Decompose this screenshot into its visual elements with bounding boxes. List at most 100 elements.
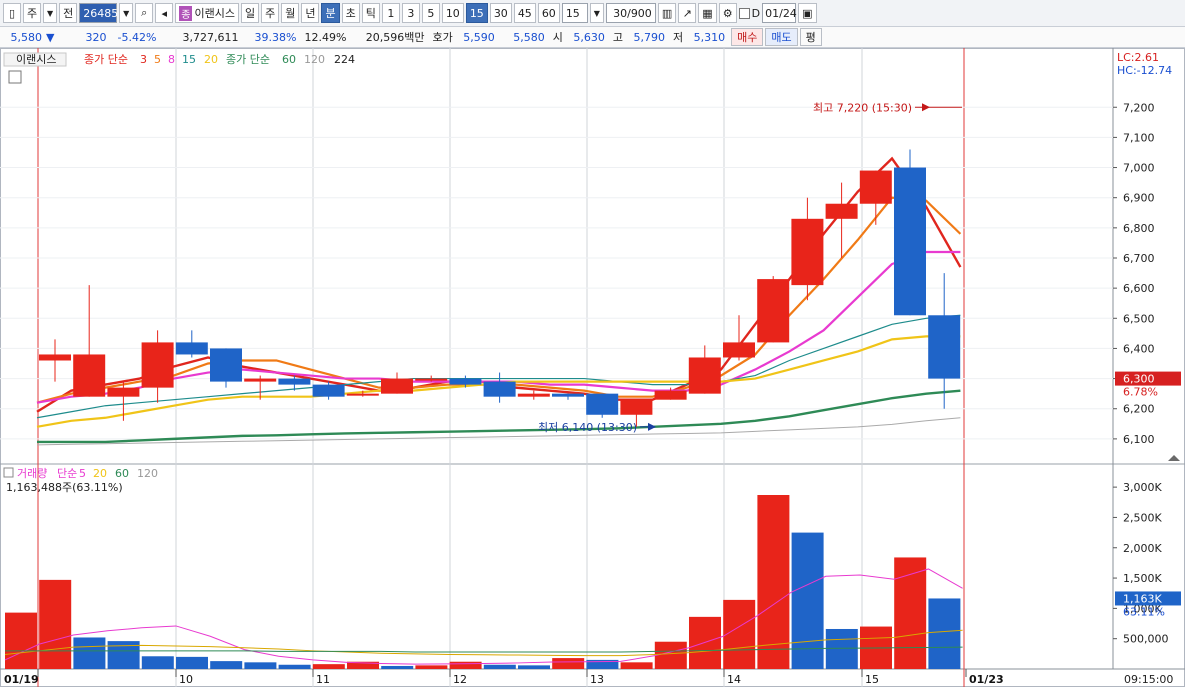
interval-1-button[interactable]: 1	[381, 3, 400, 23]
calendar-icon[interactable]: ▣	[798, 3, 817, 23]
volume-bar	[39, 579, 72, 669]
stock-code-input[interactable]: 264850	[79, 3, 125, 23]
candle-body	[654, 390, 687, 400]
price-legend-item: 60	[282, 53, 296, 66]
bid-price: 5,580	[513, 30, 545, 44]
open-price: 5,630	[573, 30, 605, 44]
period-second-button[interactable]: 초	[341, 3, 360, 23]
x-tick-label: 13	[590, 673, 604, 686]
down-arrow-icon: ▼	[46, 30, 55, 44]
evaluate-button[interactable]: 평	[799, 28, 822, 46]
price-legend-item: 종가 단순	[84, 53, 128, 66]
period-tick-button[interactable]: 틱	[361, 3, 380, 23]
candle-body	[552, 393, 584, 397]
price-volume-chart[interactable]: 6,100 6,200 6,300 6,400 6,500 6,600 6,700 6,800…	[0, 48, 1185, 687]
candle-type-icon[interactable]: ▥	[657, 3, 677, 23]
volume-tick-label: 2,000K	[1123, 542, 1162, 555]
date-value: 01/24	[765, 6, 797, 20]
volume-legend-box	[3, 467, 14, 478]
volume-tick-label: 2,500K	[1123, 511, 1162, 524]
price-legend-item: 5	[154, 53, 161, 66]
buy-button[interactable]: 매수	[731, 28, 764, 46]
price-tick-label: 6,500	[1123, 312, 1155, 325]
interval-input[interactable]: 15	[561, 3, 588, 23]
period-year-button[interactable]: 년	[301, 3, 320, 23]
price-legend-item: 15	[182, 53, 196, 66]
period-label: 월	[285, 7, 296, 20]
interval-5-button[interactable]: 5	[421, 3, 440, 23]
price-change-pct: -5.42%	[117, 30, 157, 44]
interval-label: 45	[517, 6, 532, 20]
data-count-field[interactable]: 30/900	[605, 3, 656, 23]
volume-bar	[654, 641, 687, 669]
stock-name-field[interactable]: 종 이랜시스	[175, 3, 239, 23]
price-tick-label: 6,200	[1123, 403, 1155, 416]
search-icon[interactable]: ⌕	[135, 3, 154, 23]
period-label: 틱	[365, 7, 376, 20]
interval-3-button[interactable]: 3	[401, 3, 420, 23]
volume-bar	[415, 665, 448, 669]
x-tick-label: 11	[316, 673, 330, 686]
high-label: 고	[612, 31, 623, 44]
gear-icon[interactable]: ⚙	[718, 3, 737, 23]
sell-label: 매도	[771, 31, 792, 44]
x-tick-label: 14	[727, 673, 741, 686]
volume-bar	[825, 628, 858, 669]
x-tick-label: 10	[179, 673, 193, 686]
volume-legend-item: 5	[79, 467, 86, 480]
interval-value: 15	[565, 6, 580, 20]
chevron-down-icon[interactable]: ▼	[589, 3, 604, 23]
candle-body	[757, 279, 790, 343]
high-price: 5,790	[633, 30, 665, 44]
interval-10-button[interactable]: 10	[441, 3, 464, 23]
data-count-value: 30/900	[613, 6, 652, 20]
d-checkbox[interactable]	[738, 7, 750, 19]
period-label: 일	[244, 7, 256, 20]
price-legend-item: 3	[140, 53, 147, 66]
price-tick-label: 6,900	[1123, 192, 1155, 205]
chart-area[interactable]: 6,100 6,200 6,300 6,400 6,500 6,600 6,700 6,800…	[0, 48, 1185, 687]
interval-45-button[interactable]: 45	[513, 3, 536, 23]
volume-bar	[757, 495, 790, 669]
volume-bar	[483, 664, 516, 669]
high-annotation: 최고 7,220 (15:30)	[813, 101, 912, 114]
interval-30-button[interactable]: 30	[489, 3, 512, 23]
interval-label: 5	[427, 6, 435, 20]
market-selector[interactable]: 주	[23, 3, 42, 23]
chevron-down-icon[interactable]: ▼	[43, 3, 58, 23]
price-legend-item: 224	[334, 53, 355, 66]
volume-legend-item: 거래량	[17, 467, 47, 480]
low-annotation: 최저 6,140 (13:30)	[538, 421, 637, 434]
price-tick-label: 6,100	[1123, 433, 1155, 446]
grid-icon[interactable]: ▦	[698, 3, 717, 23]
volume-legend-item: 20	[93, 467, 107, 480]
candle-body	[107, 387, 140, 397]
price-tick-label: 6,600	[1123, 282, 1155, 295]
candle-body	[586, 393, 619, 415]
grid-toggle-icon	[8, 70, 22, 84]
period-week-button[interactable]: 주	[261, 3, 280, 23]
period-label: 주	[265, 7, 276, 20]
interval-15-button[interactable]: 15	[465, 3, 488, 23]
chart-toolbar: ▯ 주 ▼ 전 264850 ▼ ⌕ ◂ 종 이랜시스 일 주 월 년 분 초 …	[0, 0, 1185, 27]
speaker-icon[interactable]: ◂	[155, 3, 174, 23]
candle-body	[688, 357, 721, 394]
chevron-down-icon[interactable]: ▼	[119, 3, 134, 23]
interval-label: 15	[469, 6, 484, 20]
volume-tick-label: 3,000K	[1123, 481, 1162, 494]
x-tick-label: 01/19	[4, 673, 39, 686]
period-day-button[interactable]: 일	[240, 3, 260, 23]
candle-body	[278, 378, 311, 385]
period-month-button[interactable]: 월	[281, 3, 300, 23]
evaluate-label: 평	[805, 31, 816, 44]
market2-selector[interactable]: 전	[59, 3, 78, 23]
sell-button[interactable]: 매도	[765, 28, 798, 46]
layout-icon[interactable]: ▯	[3, 3, 21, 23]
interval-60-button[interactable]: 60	[537, 3, 560, 23]
date-input[interactable]: 01/24	[762, 3, 797, 23]
stock-name: 이랜시스	[194, 7, 235, 20]
drawing-tool-icon[interactable]: ↗	[678, 3, 697, 23]
time-label: 09:15:00	[1124, 673, 1173, 686]
price-legend-item: 종가 단순	[226, 53, 270, 66]
period-minute-button[interactable]: 분	[321, 3, 340, 23]
